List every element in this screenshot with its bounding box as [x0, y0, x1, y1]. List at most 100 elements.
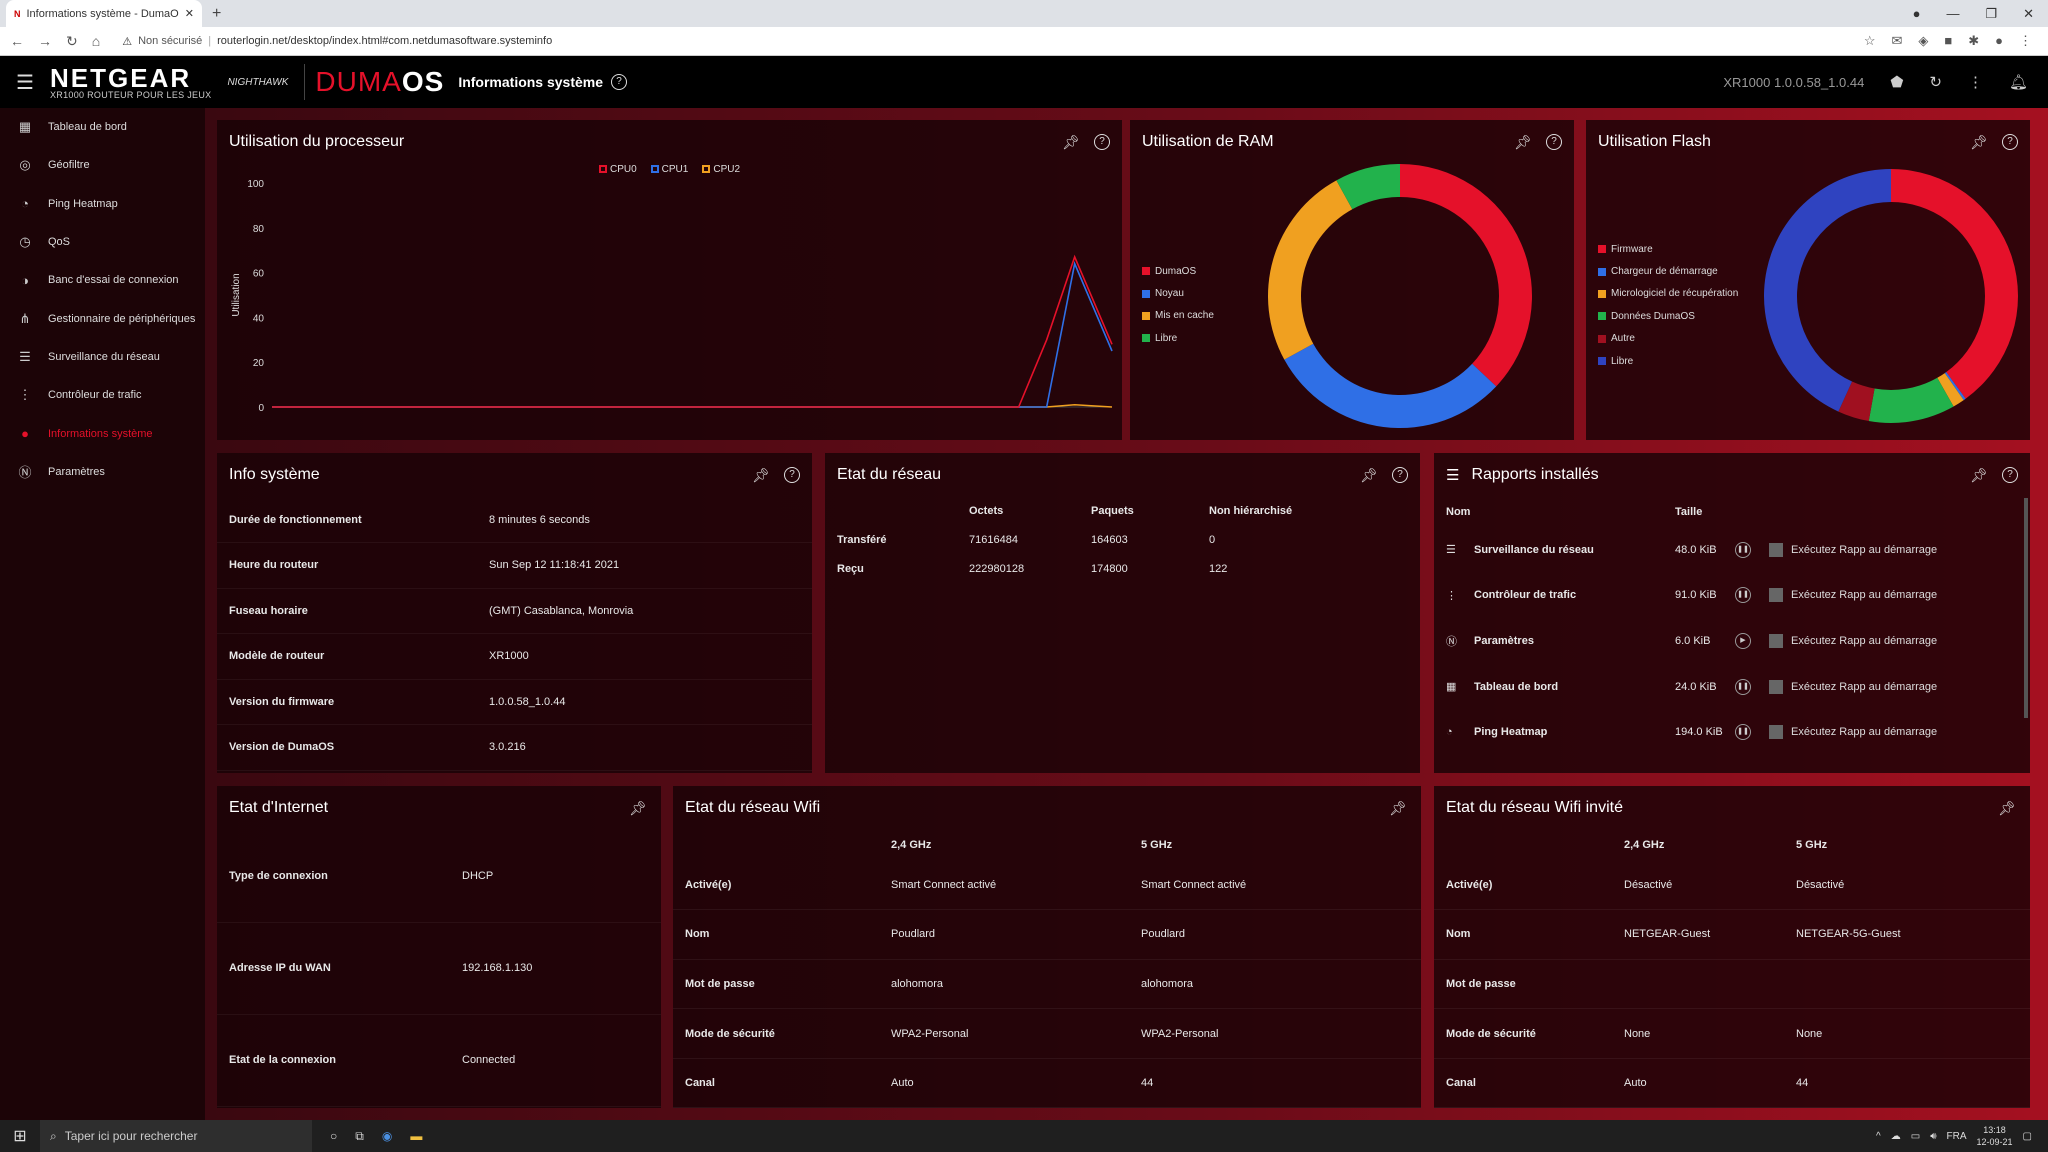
pin-icon[interactable]: 📌︎: [1970, 467, 1988, 484]
window-controls: ● — ❐ ✕: [1913, 0, 2048, 27]
browser-tab[interactable]: N Informations système - DumaOS ✕: [6, 0, 202, 27]
run-at-startup-checkbox[interactable]: [1769, 633, 1783, 648]
shield-icon[interactable]: ⬟: [1890, 73, 1903, 91]
table-cell: WPA2-Personal: [1141, 1008, 1421, 1059]
run-at-startup-checkbox[interactable]: [1769, 542, 1783, 557]
puzzle-icon[interactable]: ✱: [1968, 33, 1979, 49]
bookmark-star-icon[interactable]: ☆: [1864, 33, 1876, 49]
notification-center-icon[interactable]: ▢: [2023, 1131, 2032, 1142]
run-at-startup-checkbox[interactable]: [1769, 588, 1783, 603]
pause-icon[interactable]: ❚❚: [1735, 587, 1751, 604]
internet-panel: Etat d'Internet 📌︎ Type de connexion DHCP…: [217, 786, 661, 1108]
list-menu-icon[interactable]: ☰: [1446, 466, 1459, 484]
maximize-icon[interactable]: ❐: [1985, 6, 1997, 22]
pin-icon[interactable]: 📌︎: [1062, 134, 1080, 151]
table-header-row: 2,4 GHz 5 GHz: [673, 830, 1421, 860]
geofilter-icon: ◎: [19, 157, 31, 173]
reports-list: ☰ Surveillance du réseau 48.0 KiB ❚❚ Exécute…: [1434, 527, 2030, 755]
refresh-icon[interactable]: ↻: [1929, 73, 1942, 91]
extension-mail-icon[interactable]: ✉: [1891, 33, 1902, 49]
volume-icon[interactable]: 🔊︎: [1930, 1131, 1936, 1142]
report-row: ◔ Ping Heatmap 194.0 KiB ❚❚ Exécutez Rapp au…: [1434, 709, 2030, 755]
run-at-startup-checkbox[interactable]: [1769, 725, 1783, 740]
report-name: Paramètres: [1474, 634, 1534, 647]
run-at-startup-checkbox[interactable]: [1769, 679, 1783, 694]
help-icon[interactable]: ?: [784, 467, 800, 483]
back-icon[interactable]: ←: [10, 33, 24, 49]
play-icon[interactable]: ▶: [1735, 632, 1751, 649]
help-icon[interactable]: ?: [2002, 467, 2018, 483]
language-indicator[interactable]: FRA: [1947, 1131, 1967, 1142]
y-tick-label: 40: [253, 313, 265, 324]
file-explorer-icon[interactable]: ▬: [410, 1129, 422, 1143]
table-cell: Mode de sécurité: [673, 1008, 891, 1059]
sidebar-item[interactable]: ● Informations système: [0, 414, 205, 452]
tray-chevron-icon[interactable]: ^: [1876, 1131, 1881, 1142]
cpu-line-chart: 0 20 40 60 80 100 Utilisation: [231, 179, 1113, 414]
reload-icon[interactable]: ↻: [66, 33, 78, 50]
close-tab-icon[interactable]: ✕: [185, 7, 194, 20]
ram-panel: Utilisation de RAM 📌︎ ? DumaOS Noyau Mis e…: [1130, 120, 1574, 440]
pause-icon[interactable]: ❚❚: [1735, 678, 1751, 695]
address-bar[interactable]: ⚠ Non sécurisé | routerlogin.net/desktop…: [122, 35, 552, 48]
table-row: Canal Auto 44: [673, 1058, 1421, 1109]
onedrive-icon[interactable]: ☁: [1891, 1131, 1901, 1142]
sidebar-item-label: Ping Heatmap: [48, 197, 118, 210]
pause-icon[interactable]: ❚❚: [1735, 724, 1751, 741]
pause-icon[interactable]: ❚❚: [1735, 541, 1751, 558]
sidebar-item[interactable]: ◷ QoS: [0, 223, 205, 261]
cortana-icon[interactable]: ○: [330, 1129, 337, 1143]
pin-icon[interactable]: 📌︎: [1360, 467, 1378, 484]
network-monitor-icon: ☰: [1446, 544, 1456, 557]
reports-scrollbar[interactable]: [2024, 498, 2028, 718]
row-value: 3.0.216: [489, 724, 812, 771]
flash-donut-chart: [1764, 169, 2018, 423]
column-name: Nom: [1446, 506, 1471, 518]
pin-icon[interactable]: 📌︎: [629, 800, 647, 817]
internet-table: Type de connexion DHCP Adresse IP du WAN 19…: [217, 830, 661, 1107]
sidebar-item[interactable]: ☰ Surveillance du réseau: [0, 338, 205, 376]
home-icon[interactable]: ⌂: [92, 33, 100, 49]
avatar[interactable]: ●: [1995, 33, 2003, 49]
network-icon[interactable]: ▭: [1911, 1131, 1920, 1142]
close-window-icon[interactable]: ✕: [2023, 6, 2034, 22]
sidebar-item[interactable]: ⋔ Gestionnaire de périphériques: [0, 299, 205, 337]
forward-icon[interactable]: →: [38, 33, 52, 49]
hamburger-menu-icon[interactable]: ☰: [0, 70, 50, 95]
sidebar-item[interactable]: ◎ Géofiltre: [0, 146, 205, 184]
sidebar-item[interactable]: ▦ Tableau de bord: [0, 108, 205, 146]
table-row: Canal Auto 44: [1434, 1058, 2030, 1109]
taskbar-apps: ○ ⧉ ◉ ▬: [330, 1129, 422, 1144]
sidebar-item-label: Informations système: [48, 427, 153, 440]
sidebar-item[interactable]: ◔ Ping Heatmap: [0, 185, 205, 223]
chrome-icon[interactable]: ◉: [382, 1129, 392, 1143]
help-icon[interactable]: ?: [1094, 134, 1110, 150]
sidebar-item[interactable]: ◑ Banc d'essai de connexion: [0, 261, 205, 299]
pin-icon[interactable]: 📌︎: [1998, 800, 2016, 817]
sidebar-item[interactable]: Ⓝ Paramètres: [0, 453, 205, 491]
column-header: 5 GHz: [1141, 839, 1173, 851]
minimize-icon[interactable]: —: [1946, 6, 1959, 21]
table-row: Adresse IP du WAN 192.168.1.130: [217, 922, 661, 1015]
clock[interactable]: 13:18 12-09-21: [1977, 1124, 2013, 1148]
extension-shield-icon[interactable]: ■: [1944, 33, 1952, 49]
page-help-icon[interactable]: ?: [611, 74, 628, 90]
browser-tab-title: Informations système - DumaOS: [26, 7, 179, 20]
chrome-menu-icon[interactable]: ⋮: [2019, 33, 2032, 49]
windows-start-icon[interactable]: ⊞: [0, 1126, 40, 1146]
nighthawk-logo: NIGHTHAWK: [227, 64, 306, 100]
table-cell: Auto: [1624, 1058, 1796, 1109]
new-tab-button[interactable]: +: [202, 0, 231, 27]
more-menu-icon[interactable]: ⋮: [1968, 73, 1983, 91]
profile-circle-icon[interactable]: ●: [1913, 6, 1921, 21]
notification-bell-icon[interactable]: 🔔︎: [2009, 73, 2028, 91]
help-icon[interactable]: ?: [1392, 467, 1408, 483]
taskbar-search[interactable]: ⌕ Taper ici pour rechercher: [40, 1120, 312, 1152]
extension-icon[interactable]: ◈: [1918, 33, 1928, 49]
sidebar-item[interactable]: ⋮ Contrôleur de trafic: [0, 376, 205, 414]
warning-icon: ⚠: [122, 35, 133, 48]
benchmark-icon: ◑: [21, 272, 29, 288]
pin-icon[interactable]: 📌︎: [1389, 800, 1407, 817]
task-view-icon[interactable]: ⧉: [355, 1129, 364, 1144]
pin-icon[interactable]: 📌︎: [752, 467, 770, 484]
